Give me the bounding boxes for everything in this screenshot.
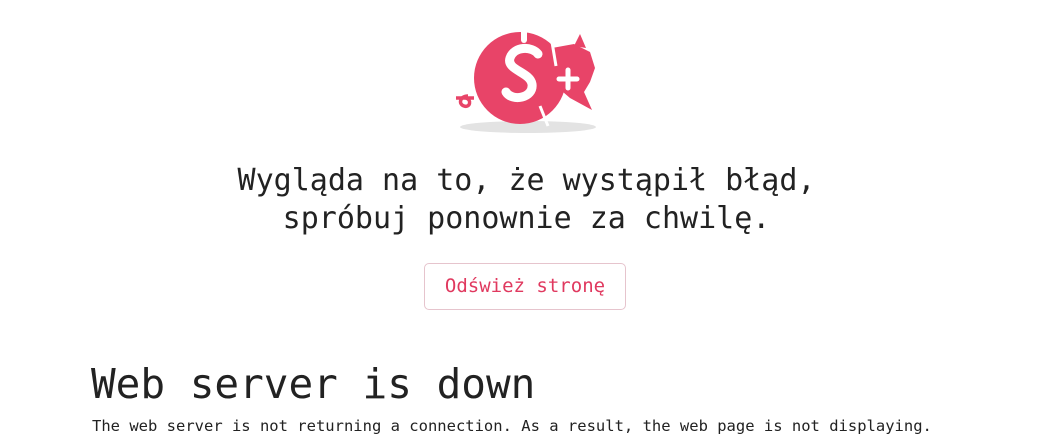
error-title: Web server is down — [91, 360, 536, 408]
error-message-line-2: spróbuj ponownie za chwilę. — [282, 201, 771, 236]
error-description: The web server is not returning a connec… — [92, 417, 932, 435]
pig-logo-icon — [452, 26, 604, 136]
refresh-page-button[interactable]: Odśwież stronę — [424, 263, 626, 310]
error-message: Wygląda na to, że wystąpił błąd, spróbuj… — [0, 162, 1053, 238]
error-message-line-1: Wygląda na to, że wystąpił błąd, — [237, 163, 816, 198]
